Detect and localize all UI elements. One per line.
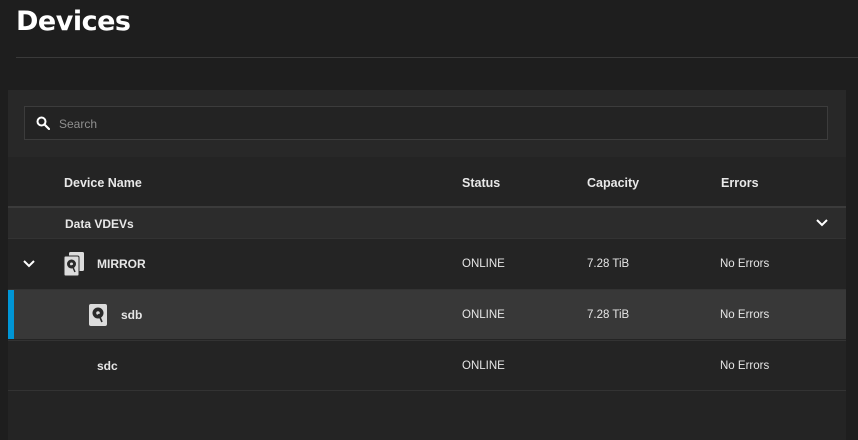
hard-disk-icon bbox=[89, 304, 107, 326]
table-row[interactable]: sdb ONLINE 7.28 TiB No Errors bbox=[8, 289, 846, 339]
column-header-status[interactable]: Status bbox=[462, 176, 500, 190]
device-capacity: 7.28 TiB bbox=[587, 258, 630, 270]
device-errors: No Errors bbox=[720, 258, 770, 270]
search-icon bbox=[36, 116, 50, 130]
device-status: ONLINE bbox=[462, 360, 505, 372]
devices-card: Device Name Status Capacity Errors Data … bbox=[8, 90, 846, 440]
table-bottom-divider bbox=[8, 390, 846, 391]
device-name: sdb bbox=[121, 308, 143, 322]
device-status: ONLINE bbox=[462, 258, 505, 270]
page-title: Devices bbox=[16, 6, 131, 37]
chevron-down-icon[interactable] bbox=[22, 258, 36, 270]
search-input[interactable] bbox=[57, 107, 821, 141]
device-name: sdc bbox=[97, 359, 118, 373]
vdev-group-header[interactable]: Data VDEVs bbox=[8, 208, 846, 238]
device-capacity: 7.28 TiB bbox=[587, 309, 630, 321]
disk-group-icon bbox=[63, 252, 84, 277]
device-errors: No Errors bbox=[720, 309, 770, 321]
table-row[interactable]: MIRROR ONLINE 7.28 TiB No Errors bbox=[8, 238, 846, 288]
chevron-down-icon[interactable] bbox=[814, 216, 830, 230]
column-header-capacity[interactable]: Capacity bbox=[587, 176, 639, 190]
column-header-device-name[interactable]: Device Name bbox=[64, 176, 142, 190]
device-name: MIRROR bbox=[97, 257, 146, 271]
selection-indicator bbox=[8, 290, 14, 339]
table-row[interactable]: sdc ONLINE No Errors bbox=[8, 340, 846, 390]
search-box[interactable] bbox=[24, 106, 828, 141]
search-bar bbox=[8, 90, 846, 157]
device-errors: No Errors bbox=[720, 360, 770, 372]
vdev-group-label: Data VDEVs bbox=[65, 217, 134, 231]
title-divider bbox=[16, 57, 858, 58]
device-status: ONLINE bbox=[462, 309, 505, 321]
column-header-errors[interactable]: Errors bbox=[721, 176, 759, 190]
